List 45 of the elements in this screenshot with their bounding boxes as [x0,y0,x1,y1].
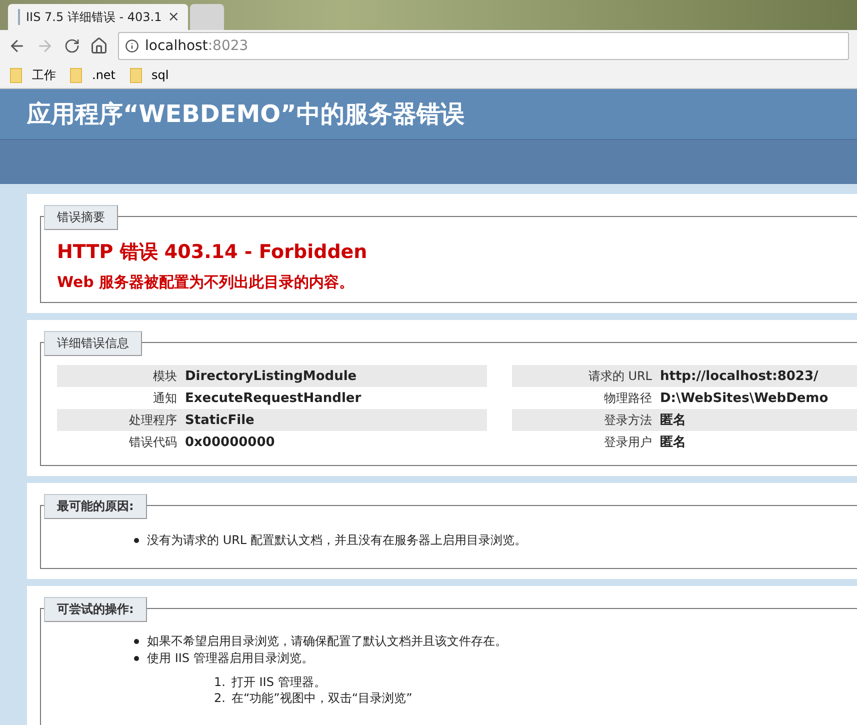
page-title: 应用程序“WEBDEMO”中的服务器错误 [27,99,464,130]
bookmark[interactable]: .net [70,68,116,82]
field-label: 模块 [152,368,177,384]
field-value: D:\WebSites\WebDemo [660,390,830,406]
folder-icon [130,68,142,82]
bullet-icon [134,538,139,542]
field-label: 登录用户 [603,434,652,450]
field-value: http://localhost:8023/ [660,368,820,384]
section-legend: 详细错误信息 [44,331,142,356]
field-label: 登录方法 [603,412,652,428]
address-bar[interactable]: localhost:8023 [118,32,849,60]
reload-icon[interactable] [64,38,80,54]
field-value: 0x00000000 [185,434,276,450]
field-value: StaticFile [185,412,256,428]
field-value: 匿名 [660,434,687,451]
step-text: 打开 IIS 管理器。 [231,675,326,690]
step-text: 在“功能”视图中，双击“目录浏览” [231,691,412,706]
field-value: DirectoryListingModule [185,368,358,384]
bullet-icon [134,656,139,660]
field-label: 请求的 URL [587,368,652,384]
close-icon[interactable]: × [168,9,180,25]
home-icon[interactable] [90,37,108,55]
bullet-icon [134,638,139,644]
field-value: 匿名 [660,412,687,429]
browser-tab[interactable]: IIS 7.5 详细错误 - 403.1 × [8,4,188,30]
section-legend: 可尝试的操作: [44,597,147,622]
field-value: ExecuteRequestHandler [185,390,362,406]
folder-icon [70,68,82,82]
field-label: 错误代码 [128,434,177,450]
section-legend: 错误摘要 [44,205,118,230]
step-number: 2. [214,691,226,706]
field-label: 处理程序 [128,412,177,428]
field-label: 通知 [152,390,177,406]
list-item: 没有为请求的 URL 配置默认文档，并且没有在服务器上启用目录浏览。 [147,532,526,548]
error-heading: HTTP 错误 403.14 - Forbidden [57,240,368,265]
error-message: Web 服务器被配置为不列出此目录的内容。 [57,273,356,292]
step-number: 1. [214,675,226,690]
section-legend: 最可能的原因: [44,494,147,519]
folder-icon [10,68,22,82]
list-item: 如果不希望启用目录浏览，请确保配置了默认文档并且该文件存在。 [147,633,507,649]
list-item: 使用 IIS 管理器启用目录浏览。 [147,650,314,666]
bookmark[interactable]: sql [130,68,169,82]
field-label: 物理路径 [603,390,652,406]
back-icon[interactable] [8,37,26,55]
bookmark[interactable]: 工作 [10,66,56,84]
